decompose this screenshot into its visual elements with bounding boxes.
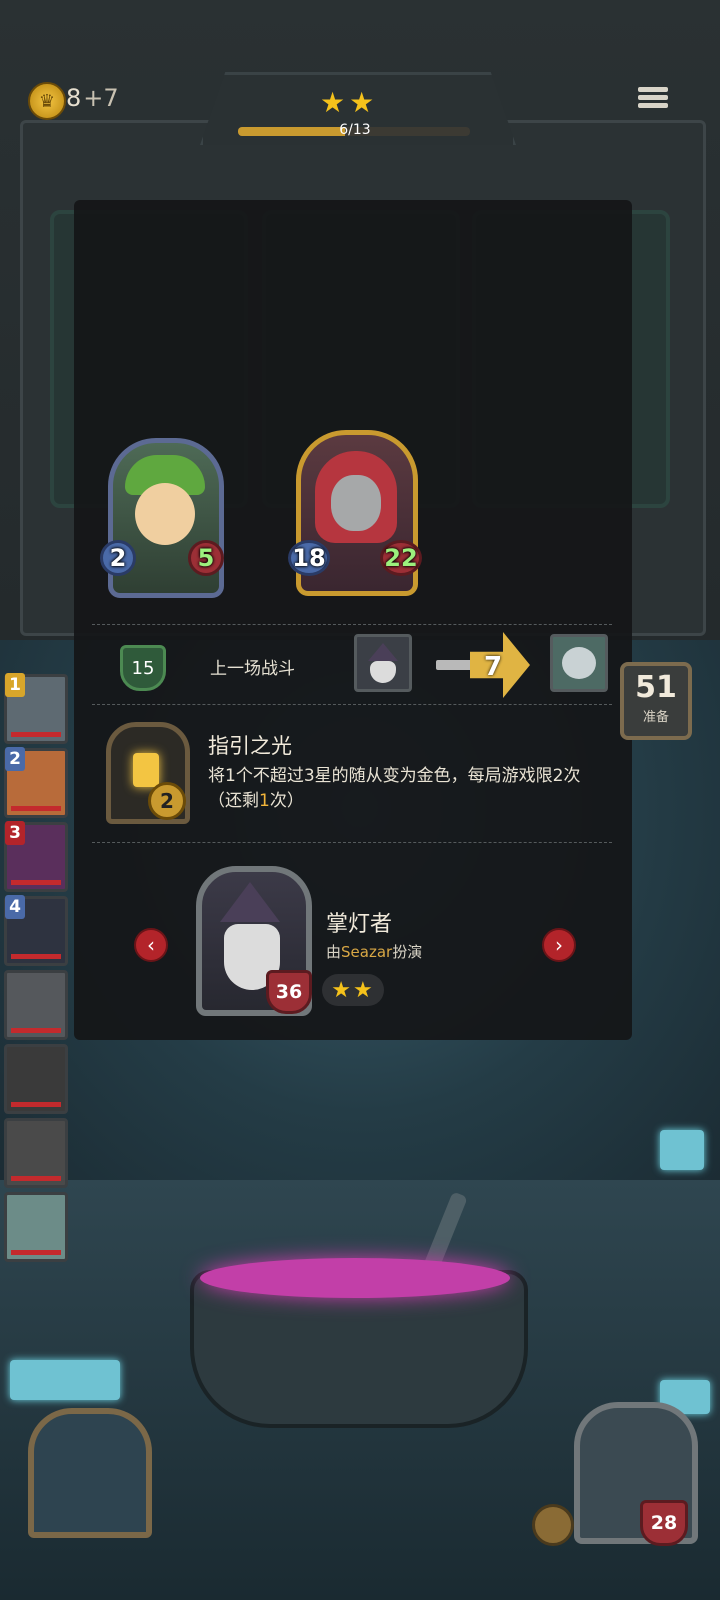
prev-unit-button[interactable]: ‹	[134, 928, 168, 962]
unit-name: 掌灯者	[326, 912, 393, 937]
roster-unit[interactable]: 2	[4, 747, 68, 818]
gold-counter: 8+7	[66, 84, 119, 112]
roster-tier-badge: 4	[5, 895, 25, 919]
next-unit-button[interactable]: ›	[542, 928, 576, 962]
unit-credit: 由Seazar扮演	[326, 943, 423, 961]
roster-health-bar	[11, 732, 61, 737]
section-divider	[92, 704, 612, 705]
opponent-health-badge: 22	[380, 540, 422, 576]
roster-health-bar	[11, 1176, 61, 1181]
shovel-icon[interactable]	[532, 1504, 574, 1546]
last-fight-damage: 7	[484, 652, 503, 682]
player-health-badge: 5	[188, 540, 224, 576]
roster-health-bar	[11, 954, 61, 959]
hero-power-charges: 2	[148, 782, 186, 820]
gold-amount: 8	[66, 84, 82, 112]
unit-actor: Seazar	[341, 943, 393, 961]
roster-health-bar	[11, 1028, 61, 1033]
section-divider	[92, 624, 612, 625]
xp-progress-text: 6/13	[339, 122, 371, 138]
win-streak-value: 15	[131, 657, 155, 679]
opponent-bottom-health-badge: 28	[640, 1500, 688, 1546]
roster-health-bar	[11, 806, 61, 811]
roster-unit[interactable]	[4, 1044, 68, 1114]
hero-power-description: 将1个不超过3星的随从变为金色，每局游戏限2次（还剩1次）	[208, 766, 581, 811]
lantern-icon	[133, 753, 159, 787]
roster-unit[interactable]	[4, 970, 68, 1040]
last-fight-target-portrait[interactable]	[550, 634, 608, 692]
ghost-face-art	[562, 647, 596, 679]
opponent-face-art	[331, 475, 381, 531]
candle-cluster-left	[10, 1360, 120, 1400]
ready-counter-value: 51	[635, 670, 677, 705]
roster-unit[interactable]	[4, 1118, 68, 1188]
cauldron-brew	[200, 1258, 510, 1298]
roster-unit[interactable]: 1	[4, 673, 68, 744]
section-divider	[92, 842, 612, 843]
roster-unit[interactable]	[4, 1192, 68, 1262]
wizard-hat-art	[368, 643, 398, 661]
gold-coin-icon: ♛	[28, 82, 66, 120]
roster-health-bar	[11, 1250, 61, 1255]
last-fight-attacker-portrait[interactable]	[354, 634, 412, 692]
hero-power-title: 指引之光	[208, 734, 292, 758]
unit-health-badge: 36	[266, 970, 312, 1014]
hero-face-art	[135, 483, 195, 545]
opponent-attack-badge: 18	[288, 540, 330, 576]
candle-cluster-right	[660, 1130, 704, 1170]
wizard-hat-art	[220, 882, 280, 922]
roster-tier-badge: 2	[5, 747, 25, 771]
roster-unit[interactable]: 4	[4, 895, 68, 966]
wizard-beard-art	[370, 661, 396, 683]
ready-counter[interactable]: 51 准备	[620, 662, 692, 740]
tavern-tier-stars: ★★	[320, 86, 379, 119]
roster-tier-badge: 3	[5, 821, 25, 845]
gold-income: +7	[83, 84, 119, 112]
win-streak-shield-icon: 15	[120, 645, 166, 691]
ready-counter-label: 准备	[642, 710, 669, 725]
hamburger-menu-icon[interactable]	[638, 84, 668, 114]
last-fight-label: 上一场战斗	[210, 659, 295, 679]
unit-stars: ★★	[322, 974, 384, 1006]
player-hero-bottom-portrait[interactable]	[28, 1408, 152, 1538]
roster-health-bar	[11, 1102, 61, 1107]
roster-tier-badge: 1	[5, 673, 25, 697]
player-attack-badge: 2	[100, 540, 136, 576]
roster-unit[interactable]: 3	[4, 821, 68, 892]
roster-health-bar	[11, 880, 61, 885]
